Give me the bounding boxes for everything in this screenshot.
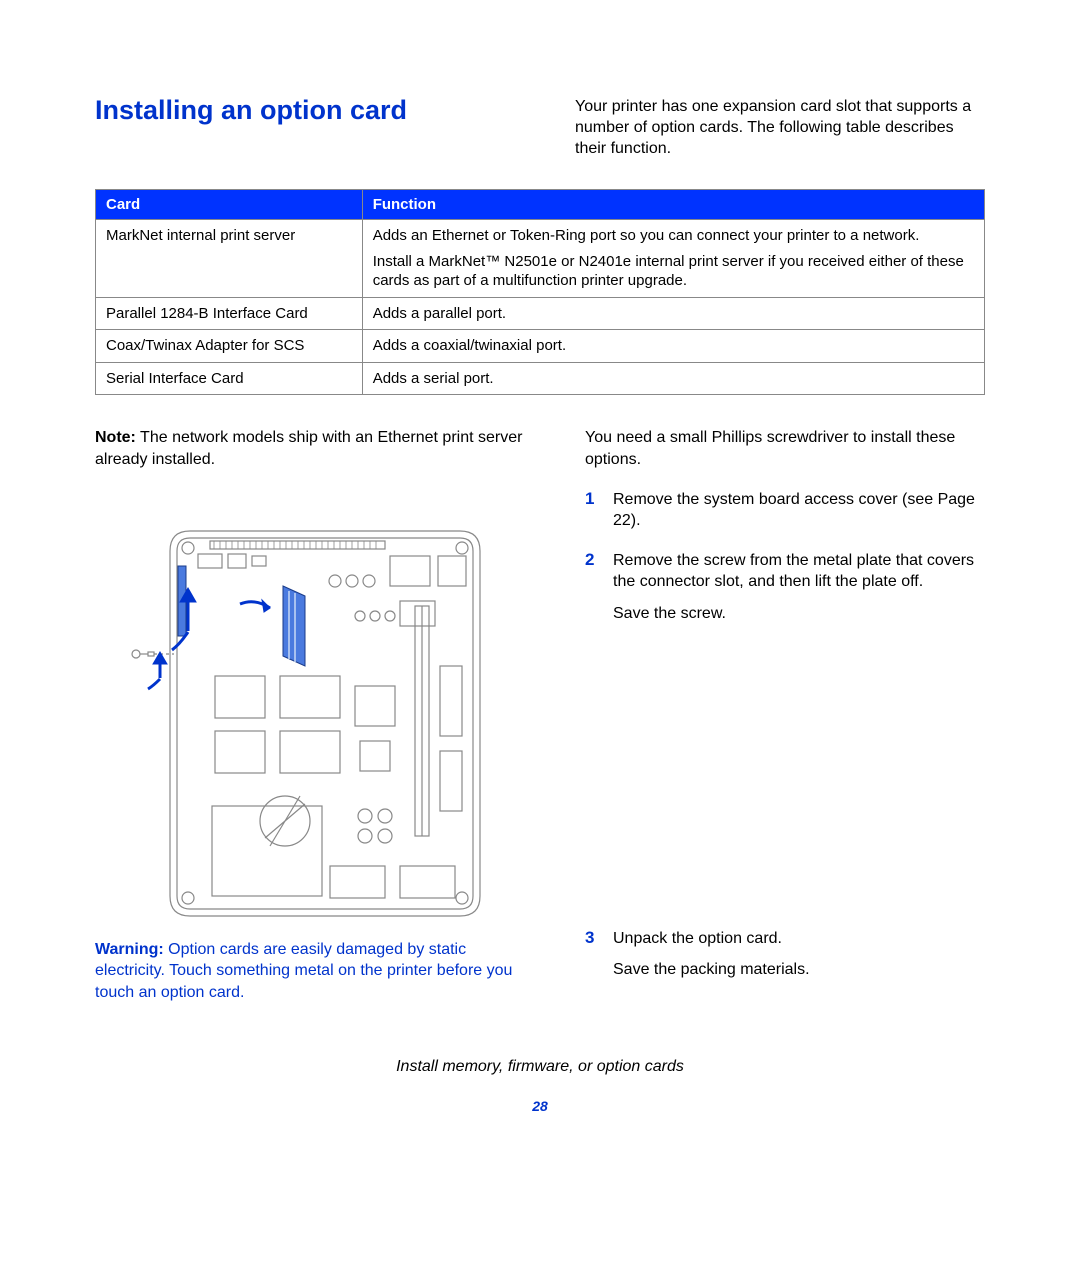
cell-card: Serial Interface Card bbox=[96, 362, 363, 395]
cell-card: MarkNet internal print server bbox=[96, 220, 363, 298]
note-text: The network models ship with an Ethernet… bbox=[95, 429, 522, 468]
warning-label: Warning: bbox=[95, 941, 164, 958]
section-heading: Installing an option card bbox=[95, 95, 495, 126]
step-number: 1 bbox=[585, 489, 603, 532]
step-subtext: Save the screw. bbox=[613, 603, 985, 625]
table-header-card: Card bbox=[96, 190, 363, 220]
cell-function: Adds an Ethernet or Token-Ring port so y… bbox=[362, 220, 984, 298]
footer-chapter-title: Install memory, firmware, or option card… bbox=[95, 1058, 985, 1076]
step-1: 1 Remove the system board access cover (… bbox=[585, 489, 985, 532]
table-row: MarkNet internal print server Adds an Et… bbox=[96, 220, 985, 298]
cell-function: Adds a serial port. bbox=[362, 362, 984, 395]
screwdriver-note: You need a small Phillips screwdriver to… bbox=[585, 427, 985, 470]
table-row: Serial Interface Card Adds a serial port… bbox=[96, 362, 985, 395]
table-row: Coax/Twinax Adapter for SCS Adds a coaxi… bbox=[96, 330, 985, 363]
cell-function: Adds a coaxial/twinaxial port. bbox=[362, 330, 984, 363]
step-subtext: Save the packing materials. bbox=[613, 959, 810, 981]
note-label: Note: bbox=[95, 429, 136, 446]
step-number: 3 bbox=[585, 928, 603, 981]
table-header-function: Function bbox=[362, 190, 984, 220]
cell-card: Coax/Twinax Adapter for SCS bbox=[96, 330, 363, 363]
step-body-text: Unpack the option card. bbox=[613, 928, 810, 950]
step-body-text: Remove the system board access cover (se… bbox=[613, 489, 985, 532]
warning-paragraph: Warning: Option cards are easily damaged… bbox=[95, 939, 525, 1004]
step-3: 3 Unpack the option card. Save the packi… bbox=[585, 928, 985, 981]
intro-paragraph: Your printer has one expansion card slot… bbox=[575, 95, 985, 159]
step-number: 2 bbox=[585, 550, 603, 625]
step-2: 2 Remove the screw from the metal plate … bbox=[585, 550, 985, 625]
system-board-figure bbox=[130, 526, 490, 921]
cell-function: Adds a parallel port. bbox=[362, 297, 984, 330]
cell-card: Parallel 1284-B Interface Card bbox=[96, 297, 363, 330]
option-card-table: Card Function MarkNet internal print ser… bbox=[95, 189, 985, 395]
page-number: 28 bbox=[95, 1098, 985, 1114]
table-row: Parallel 1284-B Interface Card Adds a pa… bbox=[96, 297, 985, 330]
note-paragraph: Note: The network models ship with an Et… bbox=[95, 427, 525, 470]
step-body-text: Remove the screw from the metal plate th… bbox=[613, 550, 985, 593]
